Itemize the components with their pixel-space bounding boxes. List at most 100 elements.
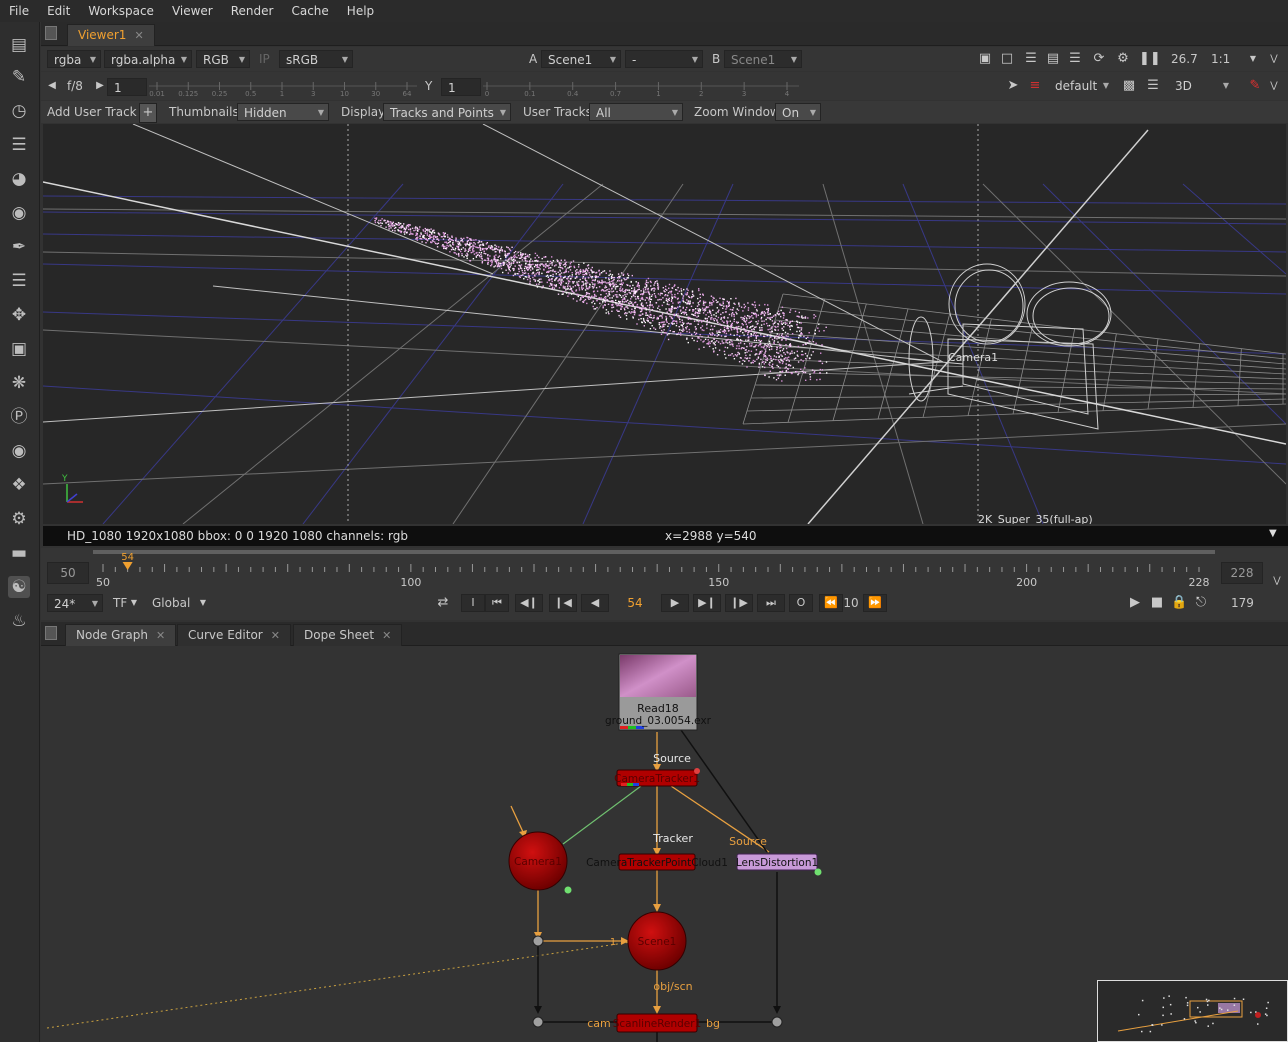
zoom-window-dropdown[interactable]: On ▼	[775, 103, 821, 121]
camera-icon[interactable]: ▩	[1121, 77, 1137, 95]
flipbook-icon[interactable]: ▶	[1127, 594, 1143, 612]
view-options-icon[interactable]: ☰	[1145, 77, 1161, 95]
play-forward-button[interactable]: ▶	[661, 594, 689, 612]
menu-render[interactable]: Render	[222, 4, 283, 18]
goto-end-button[interactable]: ⏭	[757, 594, 785, 612]
set-out-point-button[interactable]: O	[789, 594, 813, 612]
menu-edit[interactable]: Edit	[38, 4, 79, 18]
camera-dropdown[interactable]: default ▼	[1049, 77, 1113, 95]
add-user-track-button[interactable]: Add User Track	[47, 103, 137, 121]
gain-increase-icon[interactable]: ▶	[93, 77, 107, 95]
thumbnails-dropdown[interactable]: Hidden ▼	[237, 103, 329, 121]
current-frame-field[interactable]: 54	[613, 594, 657, 612]
add-track-icon[interactable]: +	[139, 103, 157, 123]
a-input-dropdown[interactable]: Scene1 ▼	[541, 50, 621, 68]
prev-keyframe-button[interactable]: ◀❙	[515, 594, 543, 612]
input-process-icon[interactable]: ➤	[1005, 77, 1021, 95]
channel-nodes-icon[interactable]: ☰	[8, 134, 30, 156]
tab-node-graph[interactable]: Node Graph ✕	[65, 624, 177, 646]
clipping-warning-icon[interactable]: ☰	[1023, 50, 1039, 68]
particles-nodes-icon[interactable]: ❋	[8, 372, 30, 394]
gamma-field[interactable]: 1	[441, 78, 481, 96]
image-nodes-icon[interactable]: ▤	[8, 34, 30, 56]
lut-dropdown[interactable]: sRGB ▼	[279, 50, 353, 68]
in-frame-field[interactable]: 50	[47, 562, 89, 584]
node-graph[interactable]: Read18 ground_03.0054.exr CameraTracker1…	[41, 646, 1288, 1042]
menu-file[interactable]: File	[0, 4, 38, 18]
ratio-dropdown[interactable]: 1:1	[1211, 50, 1230, 68]
gain-decrease-icon[interactable]: ◀	[45, 77, 59, 95]
transform-nodes-icon[interactable]: ✥	[8, 304, 30, 326]
close-icon[interactable]: ✕	[271, 629, 280, 642]
set-in-point-button[interactable]: I	[461, 594, 485, 612]
fps-dropdown[interactable]: 24* ▼	[47, 594, 103, 612]
chevron-down-icon[interactable]: ▼	[198, 594, 208, 612]
deep-nodes-icon[interactable]: Ⓟ	[8, 406, 30, 428]
other-nodes-icon[interactable]: ▬	[8, 542, 30, 564]
gamma-slider[interactable]: 0 0.1 0.4 0.7 1 2 3 4	[481, 74, 801, 98]
range-icon[interactable]: ⎋	[1193, 594, 1209, 612]
zoom-level[interactable]: 26.7	[1171, 50, 1198, 68]
expand-icon[interactable]: ⋁	[1267, 50, 1281, 68]
menu-workspace[interactable]: Workspace	[79, 4, 163, 18]
menu-help[interactable]: Help	[338, 4, 383, 18]
keyer-nodes-icon[interactable]: ✒	[8, 236, 30, 258]
rgb-dropdown[interactable]: RGB ▼	[196, 50, 250, 68]
expand-icon[interactable]: ⋁	[1267, 77, 1281, 95]
user-tracks-dropdown[interactable]: All ▼	[589, 103, 683, 121]
close-icon[interactable]: ✕	[156, 629, 165, 642]
scope-dropdown[interactable]: Global	[152, 594, 190, 612]
viewer-3d-viewport[interactable]: Camera1 2K_Super_35(full-ap) Y	[43, 124, 1286, 524]
step-back-button[interactable]: ❙◀	[549, 594, 577, 612]
channels-dropdown[interactable]: rgba ▼	[47, 50, 101, 68]
expand-icon[interactable]: ⋁	[1271, 572, 1283, 590]
end-frame-field[interactable]: 179	[1231, 594, 1254, 612]
chevron-down-icon[interactable]: ▼	[129, 594, 139, 612]
filter-nodes-icon[interactable]: ◉	[8, 202, 30, 224]
lock-icon[interactable]: 🔒	[1171, 594, 1187, 612]
ofx-nodes-icon[interactable]: ♨	[8, 610, 30, 632]
settings-icon[interactable]: ⚙	[1115, 50, 1131, 68]
playback-mode-icon[interactable]: ⇄	[433, 594, 453, 612]
toolsets-icon[interactable]: ⚙	[8, 508, 30, 530]
skip-forward-button[interactable]: ⏩	[863, 594, 887, 612]
pick-color-icon[interactable]: ✎	[1247, 77, 1263, 95]
furnace-nodes-icon[interactable]: ☯	[8, 576, 30, 598]
view-mode-dropdown[interactable]: 3D ▼	[1169, 77, 1233, 95]
display-dropdown[interactable]: Tracks and Points ▼	[383, 103, 511, 121]
menu-cache[interactable]: Cache	[282, 4, 337, 18]
cache-icon[interactable]: ■	[1149, 594, 1165, 612]
dot-node[interactable]	[771, 1016, 783, 1028]
play-backward-button[interactable]: ◀	[581, 594, 609, 612]
3d-nodes-icon[interactable]: ▣	[8, 338, 30, 360]
pane-menu-icon[interactable]	[45, 626, 57, 640]
lock-camera-icon[interactable]: ≡	[1027, 77, 1043, 95]
pane-menu-icon[interactable]	[45, 26, 57, 40]
ab-op-dropdown[interactable]: - ▼	[625, 50, 703, 68]
tab-dope-sheet[interactable]: Dope Sheet ✕	[293, 624, 403, 646]
playhead-marker[interactable]	[122, 562, 133, 570]
views-nodes-icon[interactable]: ◉	[8, 440, 30, 462]
b-input-dropdown[interactable]: Scene1 ▼	[724, 50, 802, 68]
gain-field[interactable]: 1	[107, 78, 147, 96]
alpha-dropdown[interactable]: rgba.alpha ▼	[104, 50, 192, 68]
skip-back-button[interactable]: ⏪	[819, 594, 843, 612]
tab-curve-editor[interactable]: Curve Editor ✕	[177, 624, 291, 646]
color-nodes-icon[interactable]: ◕	[8, 168, 30, 190]
draw-nodes-icon[interactable]: ✎	[8, 66, 30, 88]
info-bar-menu-icon[interactable]: ▼	[1269, 528, 1277, 539]
roi-icon[interactable]: ▣	[977, 50, 993, 68]
step-increment-field[interactable]: 10	[841, 594, 861, 612]
goto-start-button[interactable]: ⏮	[485, 594, 509, 612]
overlay-icon[interactable]: ☰	[1067, 50, 1083, 68]
tf-dropdown[interactable]: TF	[113, 594, 127, 612]
frame-slider[interactable]: 50 100 150 200 22854	[93, 548, 1215, 592]
gain-slider[interactable]: 0.01 0.125 0.25 0.5 1 3 10 30 64	[147, 74, 419, 98]
refresh-icon[interactable]: ⟳	[1091, 50, 1107, 68]
dot-node[interactable]	[532, 935, 544, 947]
close-icon[interactable]: ✕	[134, 29, 143, 42]
merge-nodes-icon[interactable]: ☰	[8, 270, 30, 292]
scene-3d-canvas[interactable]: Camera1 2K_Super_35(full-ap) Y	[43, 124, 1286, 524]
metadata-nodes-icon[interactable]: ❖	[8, 474, 30, 496]
dot-node[interactable]	[532, 1016, 544, 1028]
